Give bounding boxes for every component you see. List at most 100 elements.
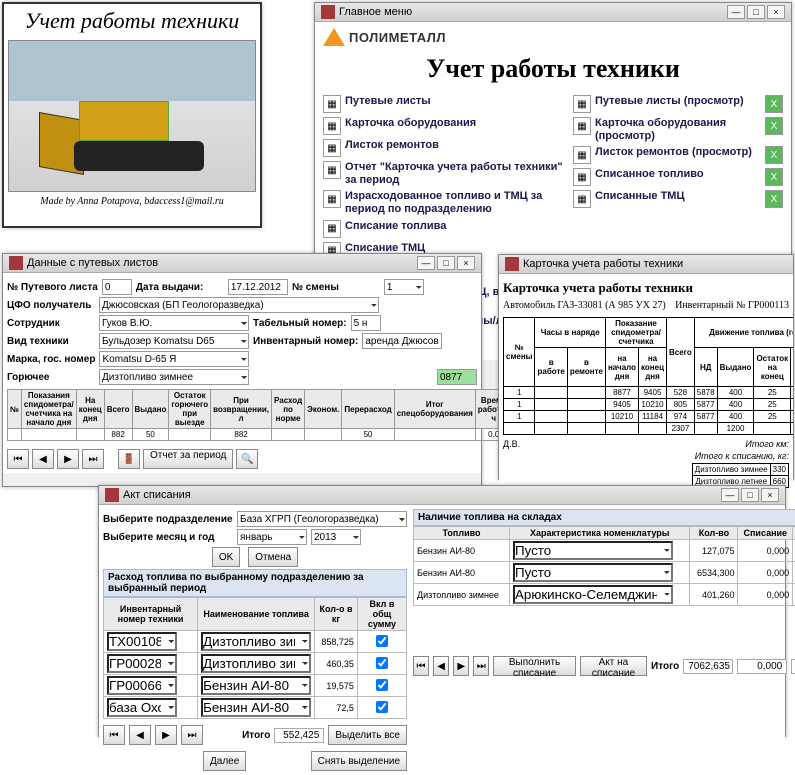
fuel-code-input[interactable]	[437, 369, 477, 385]
dept-select[interactable]	[237, 511, 407, 527]
minimize-button[interactable]: —	[721, 488, 739, 502]
menu-item-view-1[interactable]: ▦Карточка оборудования (просмотр)X	[573, 116, 783, 143]
sheet-no-input[interactable]	[102, 279, 132, 295]
fuel-name-select[interactable]	[201, 654, 311, 673]
month-select[interactable]	[237, 529, 307, 545]
stock-char-select[interactable]	[513, 541, 673, 560]
report-period-button[interactable]: Отчет за период	[143, 449, 233, 469]
menu-item-3[interactable]: ▦Отчет "Карточка учета работы техники" з…	[323, 160, 573, 187]
fuel-name-select[interactable]	[201, 676, 311, 695]
maximize-button[interactable]: □	[437, 256, 455, 270]
employee-select[interactable]	[99, 315, 249, 331]
inv-select[interactable]	[107, 676, 177, 695]
lbl-fuel: Горючее	[7, 372, 95, 383]
clear-selection-button[interactable]: Снять выделение	[311, 751, 407, 771]
nav-last-button[interactable]: ⏭	[473, 656, 489, 676]
menu-item-label: Списанное топливо	[595, 168, 704, 181]
nav-prev-button[interactable]: ◀	[433, 656, 449, 676]
report-vehicle: Автомобиль ГАЗ-33081 (А 985 УХ 27)	[503, 300, 666, 311]
access-icon	[321, 5, 335, 19]
inv-select[interactable]	[107, 632, 177, 651]
fuel-name-select[interactable]	[201, 698, 311, 717]
excel-icon[interactable]: X	[765, 146, 783, 164]
menu-item-view-2[interactable]: ▦Листок ремонтов (просмотр)X	[573, 145, 783, 165]
tab-no-input[interactable]	[351, 315, 381, 331]
stock-char-select[interactable]	[513, 585, 673, 604]
close-button[interactable]: ×	[457, 256, 475, 270]
table-row: Бензин АИ-806534,3000,0006534,300	[414, 562, 795, 584]
menu-item-view-3[interactable]: ▦Списанное топливоX	[573, 167, 783, 187]
consumption-section: Расход топлива по выбранному подразделен…	[103, 569, 407, 597]
lbl-issue-date: Дата выдачи:	[136, 282, 224, 293]
shift-no-select[interactable]	[384, 279, 424, 295]
fuel-select[interactable]	[99, 369, 249, 385]
excel-icon[interactable]: X	[765, 190, 783, 208]
nav-next-button[interactable]: ▶	[155, 725, 177, 745]
nav-first-button[interactable]: ⏮	[103, 725, 125, 745]
nav-first-button[interactable]: ⏮	[7, 449, 29, 469]
inv-no-input[interactable]	[362, 333, 442, 349]
menu-item-view-4[interactable]: ▦Списанные ТМЦX	[573, 189, 783, 209]
close-button[interactable]: ×	[767, 5, 785, 19]
lbl-month: Выберите месяц и год	[103, 532, 233, 543]
select-all-button[interactable]: Выделить все	[328, 725, 407, 745]
close-button[interactable]: ×	[761, 488, 779, 502]
travelsheet-titlebar: Данные с путевых листов — □ ×	[3, 254, 481, 273]
nav-next-button[interactable]: ▶	[453, 656, 469, 676]
cons-total: 552,425	[274, 728, 324, 743]
next-button[interactable]: Далее	[203, 751, 246, 771]
include-checkbox[interactable]	[376, 679, 388, 691]
nav-last-button[interactable]: ⏭	[82, 449, 104, 469]
issue-date-input[interactable]	[228, 279, 288, 295]
act-report-button[interactable]: Акт на списание	[580, 656, 647, 676]
menu-item-view-0[interactable]: ▦Путевые листы (просмотр)X	[573, 94, 783, 114]
door-icon[interactable]: 🚪	[118, 449, 140, 469]
ok-button[interactable]: OK	[212, 547, 240, 567]
excel-icon[interactable]: X	[765, 117, 783, 135]
maximize-button[interactable]: □	[741, 488, 759, 502]
execute-writeoff-button[interactable]: Выполнить списание	[493, 656, 576, 676]
nav-first-button[interactable]: ⏮	[413, 656, 429, 676]
minimize-button[interactable]: —	[417, 256, 435, 270]
include-checkbox[interactable]	[376, 657, 388, 669]
include-checkbox[interactable]	[376, 701, 388, 713]
nav-prev-button[interactable]: ◀	[129, 725, 151, 745]
menu-item-1[interactable]: ▦Карточка оборудования	[323, 116, 573, 136]
main-menu-titlebar: Главное меню — □ ×	[315, 3, 791, 22]
minimize-button[interactable]: —	[727, 5, 745, 19]
form-icon: ▦	[323, 139, 341, 157]
fuel-name-select[interactable]	[201, 632, 311, 651]
search-button[interactable]: 🔍	[236, 449, 258, 469]
menu-item-0[interactable]: ▦Путевые листы	[323, 94, 573, 114]
include-checkbox[interactable]	[376, 635, 388, 647]
cancel-button[interactable]: Отмена	[248, 547, 298, 567]
lbl-cfo: ЦФО получатель	[7, 300, 95, 311]
menu-item-5[interactable]: ▦Списание топлива	[323, 219, 573, 239]
inv-select[interactable]	[107, 654, 177, 673]
app-title: Учет работы техники	[323, 48, 783, 94]
access-icon	[9, 256, 23, 270]
excel-icon[interactable]: X	[765, 95, 783, 113]
model-select[interactable]	[99, 351, 249, 367]
vehicle-type-select[interactable]	[99, 333, 249, 349]
inv-select[interactable]	[107, 698, 177, 717]
year-select[interactable]	[311, 529, 361, 545]
main-menu-title: Главное меню	[339, 6, 412, 18]
table-row: 460,35	[104, 653, 407, 675]
card-report-window: Карточка учета работы техники Карточка у…	[498, 254, 794, 480]
stock-section: Наличие топлива на складах	[413, 509, 795, 526]
menu-item-4[interactable]: ▦Израсходованное топливо и ТМЦ за период…	[323, 189, 573, 216]
nav-last-button[interactable]: ⏭	[181, 725, 203, 745]
menu-item-2[interactable]: ▦Листок ремонтов	[323, 138, 573, 158]
nav-prev-button[interactable]: ◀	[32, 449, 54, 469]
maximize-button[interactable]: □	[747, 5, 765, 19]
cfo-select[interactable]	[99, 297, 379, 313]
access-icon	[505, 257, 519, 271]
stock-char-select[interactable]	[513, 563, 673, 582]
excel-icon[interactable]: X	[765, 168, 783, 186]
menu-item-label: Путевые листы (просмотр)	[595, 95, 744, 108]
menu-item-label: Листок ремонтов (просмотр)	[595, 146, 752, 159]
consumption-table: Инвентарный номер техникиНаименование то…	[103, 597, 407, 719]
menu-item-label: Израсходованное топливо и ТМЦ за период …	[345, 190, 573, 215]
nav-next-button[interactable]: ▶	[57, 449, 79, 469]
